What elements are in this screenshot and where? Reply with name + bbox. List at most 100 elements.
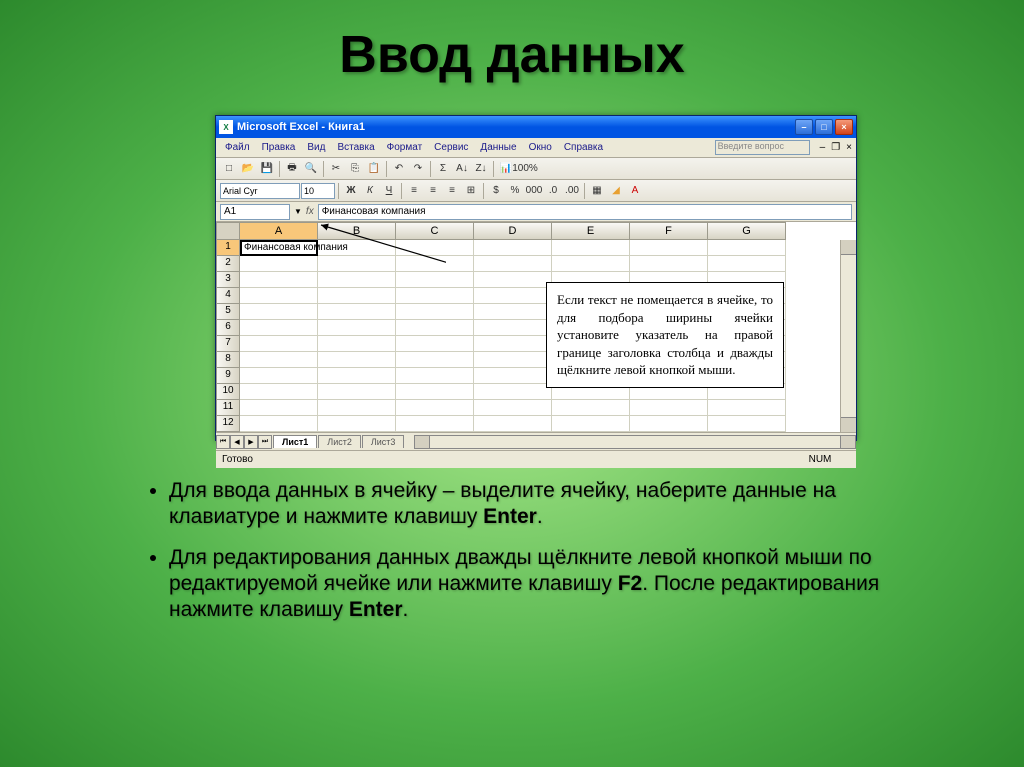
col-header-c[interactable]: C	[396, 222, 474, 240]
paste-icon[interactable]: 📋	[365, 160, 383, 178]
cell[interactable]	[708, 400, 786, 416]
bold-icon[interactable]: Ж	[342, 182, 360, 200]
comma-icon[interactable]: 000	[525, 182, 543, 200]
sum-icon[interactable]: Σ	[434, 160, 452, 178]
cell[interactable]	[474, 320, 552, 336]
redo-icon[interactable]: ↷	[409, 160, 427, 178]
cell[interactable]	[318, 384, 396, 400]
font-size-select[interactable]: 10	[301, 183, 335, 199]
new-icon[interactable]: □	[220, 160, 238, 178]
row-header[interactable]: 12	[216, 416, 240, 432]
cell[interactable]	[240, 416, 318, 432]
fx-icon[interactable]: fx	[306, 206, 314, 217]
cell[interactable]	[474, 304, 552, 320]
cell[interactable]	[396, 352, 474, 368]
cell[interactable]	[396, 240, 474, 256]
cell[interactable]	[240, 320, 318, 336]
italic-icon[interactable]: К	[361, 182, 379, 200]
doc-minimize-icon[interactable]: –	[820, 142, 826, 153]
cell[interactable]	[552, 240, 630, 256]
row-header[interactable]: 9	[216, 368, 240, 384]
doc-close-icon[interactable]: ×	[846, 142, 852, 153]
cell[interactable]	[240, 352, 318, 368]
align-right-icon[interactable]: ≡	[443, 182, 461, 200]
cell[interactable]	[474, 400, 552, 416]
cell[interactable]	[240, 272, 318, 288]
cell[interactable]: Финансовая компания	[240, 240, 318, 256]
cell[interactable]	[240, 288, 318, 304]
cell[interactable]	[474, 240, 552, 256]
cell[interactable]	[474, 368, 552, 384]
menu-window[interactable]: Окно	[524, 141, 557, 154]
font-color-icon[interactable]: A	[626, 182, 644, 200]
close-button[interactable]: ×	[835, 119, 853, 135]
cell[interactable]	[240, 384, 318, 400]
col-header-a[interactable]: A	[240, 222, 318, 240]
print-icon[interactable]: 🖶	[283, 160, 301, 178]
tab-nav-first-icon[interactable]: ⏮	[216, 435, 230, 449]
menu-edit[interactable]: Правка	[257, 141, 301, 154]
cell[interactable]	[240, 400, 318, 416]
cell[interactable]	[396, 400, 474, 416]
currency-icon[interactable]: $	[487, 182, 505, 200]
merge-icon[interactable]: ⊞	[462, 182, 480, 200]
cell[interactable]	[552, 400, 630, 416]
save-icon[interactable]: 💾	[258, 160, 276, 178]
tab-nav-prev-icon[interactable]: ◀	[230, 435, 244, 449]
row-header[interactable]: 2	[216, 256, 240, 272]
cell[interactable]	[630, 416, 708, 432]
cell[interactable]	[474, 416, 552, 432]
percent-icon[interactable]: %	[506, 182, 524, 200]
sheet-tab-1[interactable]: Лист1	[273, 435, 317, 448]
menu-format[interactable]: Формат	[382, 141, 428, 154]
cell[interactable]	[474, 272, 552, 288]
cell[interactable]	[318, 400, 396, 416]
cell[interactable]	[318, 336, 396, 352]
cell[interactable]	[396, 288, 474, 304]
cell[interactable]	[240, 368, 318, 384]
row-header[interactable]: 1	[216, 240, 240, 256]
sheet-tab-3[interactable]: Лист3	[362, 435, 405, 448]
row-header[interactable]: 4	[216, 288, 240, 304]
menu-help[interactable]: Справка	[559, 141, 608, 154]
row-header[interactable]: 6	[216, 320, 240, 336]
cell[interactable]	[552, 256, 630, 272]
help-search-input[interactable]: Введите вопрос	[715, 140, 810, 155]
row-header[interactable]: 10	[216, 384, 240, 400]
menu-data[interactable]: Данные	[475, 141, 521, 154]
align-left-icon[interactable]: ≡	[405, 182, 423, 200]
row-header[interactable]: 3	[216, 272, 240, 288]
cell[interactable]	[318, 416, 396, 432]
sort-asc-icon[interactable]: A↓	[453, 160, 471, 178]
col-header-f[interactable]: F	[630, 222, 708, 240]
formula-input[interactable]: Финансовая компания	[318, 204, 852, 220]
cell[interactable]	[318, 256, 396, 272]
cell[interactable]	[318, 288, 396, 304]
cell[interactable]	[240, 256, 318, 272]
cell[interactable]	[396, 256, 474, 272]
cell[interactable]	[318, 320, 396, 336]
vertical-scrollbar[interactable]	[840, 240, 856, 432]
cell[interactable]	[240, 304, 318, 320]
menu-insert[interactable]: Вставка	[332, 141, 379, 154]
preview-icon[interactable]: 🔍	[302, 160, 320, 178]
cell[interactable]	[474, 288, 552, 304]
cell[interactable]	[396, 416, 474, 432]
sort-desc-icon[interactable]: Z↓	[472, 160, 490, 178]
cell[interactable]	[318, 352, 396, 368]
copy-icon[interactable]: ⎘	[346, 160, 364, 178]
cell[interactable]	[396, 368, 474, 384]
menu-tools[interactable]: Сервис	[429, 141, 473, 154]
tab-nav-last-icon[interactable]: ⏭	[258, 435, 272, 449]
cell[interactable]	[240, 336, 318, 352]
row-header[interactable]: 8	[216, 352, 240, 368]
col-header-g[interactable]: G	[708, 222, 786, 240]
font-name-select[interactable]: Arial Cyr	[220, 183, 300, 199]
cell[interactable]	[474, 384, 552, 400]
open-icon[interactable]: 📂	[239, 160, 257, 178]
sheet-tab-2[interactable]: Лист2	[318, 435, 361, 448]
cell[interactable]	[708, 416, 786, 432]
maximize-button[interactable]: □	[815, 119, 833, 135]
col-header-d[interactable]: D	[474, 222, 552, 240]
select-all-corner[interactable]	[216, 222, 240, 240]
